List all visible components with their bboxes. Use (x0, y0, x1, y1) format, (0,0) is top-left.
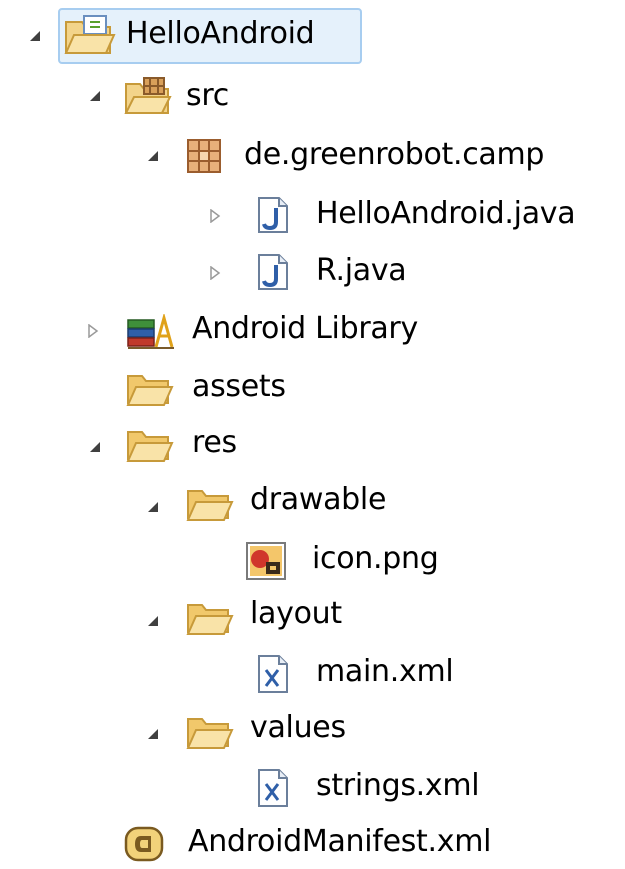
project-explorer-tree: HelloAndroid src de.greenrobot.camp Hell… (0, 0, 625, 869)
tree-item-label[interactable]: res (192, 423, 237, 463)
expanded-triangle-icon[interactable] (146, 149, 160, 163)
tree-item-label[interactable]: icon.png (312, 539, 439, 579)
folder-icon (186, 715, 234, 755)
expanded-triangle-icon[interactable] (88, 89, 102, 103)
folder-icon (126, 372, 174, 412)
android-project-icon (64, 14, 116, 60)
tree-item-label[interactable]: AndroidManifest.xml (188, 822, 491, 862)
tree-item-label[interactable]: Android Library (192, 309, 418, 349)
expanded-triangle-icon[interactable] (146, 614, 160, 628)
package-icon (186, 138, 222, 178)
tree-item-label[interactable]: HelloAndroid.java (316, 194, 576, 234)
xml-file-icon (256, 654, 290, 698)
tree-item-label[interactable]: values (250, 708, 346, 748)
tree-item-label[interactable]: de.greenrobot.camp (244, 135, 544, 175)
java-file-icon (256, 196, 290, 238)
tree-item-label[interactable]: src (186, 76, 229, 116)
source-folder-icon (124, 76, 172, 120)
tree-item-label[interactable]: layout (250, 594, 342, 634)
expanded-triangle-icon[interactable] (146, 727, 160, 741)
tree-item-label[interactable]: HelloAndroid (126, 14, 315, 54)
folder-icon (186, 487, 234, 527)
android-manifest-icon (124, 826, 164, 866)
tree-item-label[interactable]: assets (192, 367, 286, 407)
java-file-icon (256, 253, 290, 295)
library-icon (126, 312, 176, 354)
expanded-triangle-icon[interactable] (88, 440, 102, 454)
collapsed-triangle-icon[interactable] (208, 209, 222, 223)
expanded-triangle-icon[interactable] (146, 500, 160, 514)
folder-icon (186, 601, 234, 641)
collapsed-triangle-icon[interactable] (208, 266, 222, 280)
xml-file-icon (256, 768, 290, 812)
folder-icon (126, 428, 174, 468)
tree-item-label[interactable]: R.java (316, 251, 407, 291)
tree-item-label[interactable]: drawable (250, 480, 386, 520)
image-file-icon (246, 542, 286, 584)
collapsed-triangle-icon[interactable] (86, 324, 100, 338)
tree-item-label[interactable]: main.xml (316, 652, 454, 692)
tree-item-label[interactable]: strings.xml (316, 766, 480, 806)
expanded-triangle-icon[interactable] (28, 29, 42, 43)
